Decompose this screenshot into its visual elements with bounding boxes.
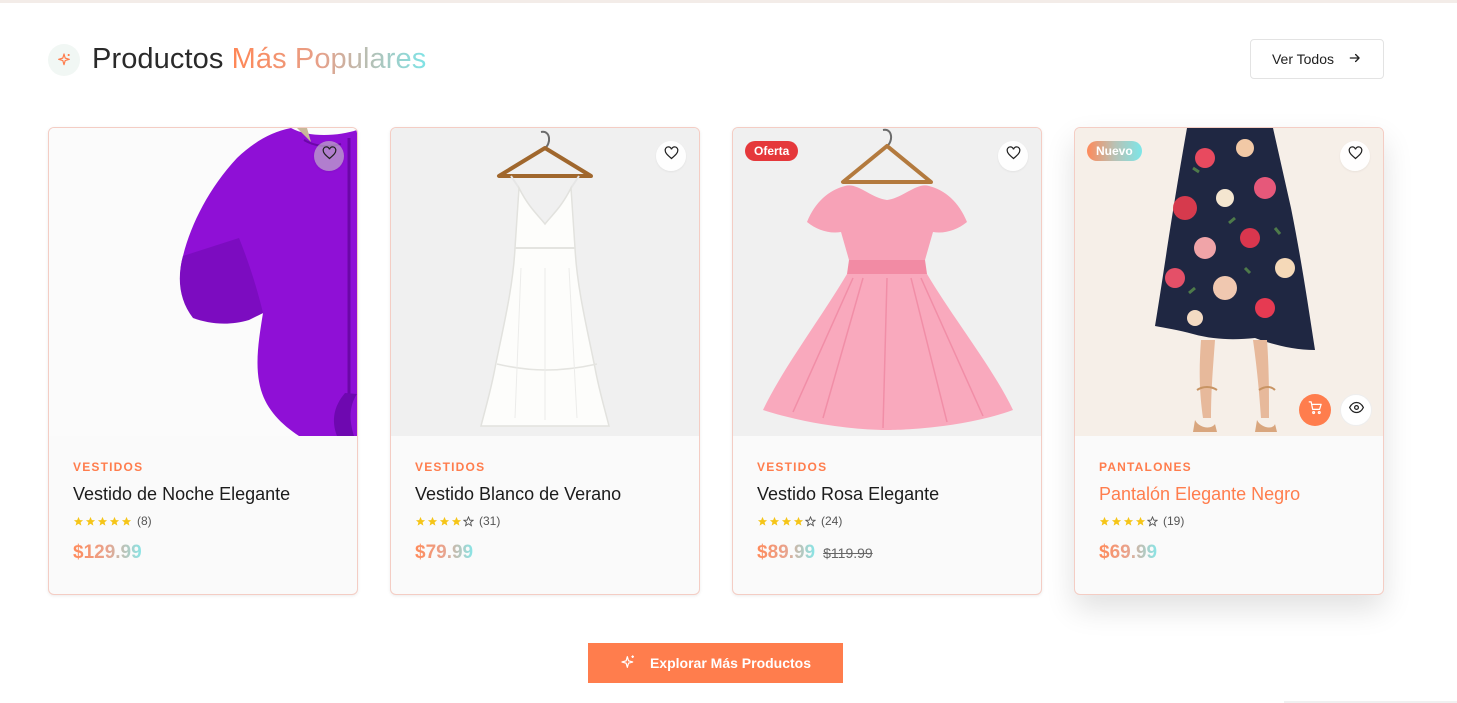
product-category: VESTIDOS xyxy=(73,460,144,474)
sale-badge: Oferta xyxy=(745,141,799,161)
star-icon xyxy=(769,516,780,526)
price-row: $129.99 xyxy=(73,542,333,564)
star-icon xyxy=(97,516,108,526)
star-outline-icon xyxy=(805,515,816,527)
title-primary: Productos xyxy=(92,43,232,75)
star-icon xyxy=(793,516,804,526)
product-price: $79.99 xyxy=(415,542,474,563)
rating-stars xyxy=(1099,515,1158,527)
star-icon xyxy=(415,516,426,526)
heart-icon xyxy=(322,146,337,166)
rating-stars xyxy=(757,515,816,527)
product-card[interactable]: Oferta VESTIDOS Vestido Rosa Elegante (2… xyxy=(732,127,1042,595)
favorite-button[interactable] xyxy=(998,141,1028,171)
title-highlight: Más Populares xyxy=(231,43,427,75)
product-card[interactable]: VESTIDOS Vestido Blanco de Verano (31) $… xyxy=(390,127,700,595)
star-icon xyxy=(121,516,132,526)
product-category: VESTIDOS xyxy=(757,460,828,474)
explore-more-label: Explorar Más Productos xyxy=(649,655,812,671)
explore-more-button[interactable]: Explorar Más Productos xyxy=(588,643,843,683)
product-name[interactable]: Vestido de Noche Elegante xyxy=(73,484,333,505)
cart-icon xyxy=(1308,400,1323,420)
star-icon xyxy=(451,516,462,526)
product-image-pink-dress[interactable] xyxy=(733,128,1041,436)
arrow-right-icon xyxy=(1348,51,1362,68)
heart-icon xyxy=(1006,146,1021,166)
product-grid: VESTIDOS Vestido de Noche Elegante (8) $… xyxy=(48,127,1384,595)
sparkle-icon xyxy=(620,654,636,673)
product-info: VESTIDOS Vestido de Noche Elegante (8) $… xyxy=(49,436,357,594)
product-rating: (24) xyxy=(757,514,1017,528)
review-count: (31) xyxy=(479,514,501,528)
product-image-white-dress[interactable] xyxy=(391,128,699,436)
heart-icon xyxy=(1348,146,1363,166)
eye-icon xyxy=(1348,400,1364,420)
star-icon xyxy=(85,516,96,526)
product-image-purple-blouse[interactable] xyxy=(49,128,357,436)
star-icon xyxy=(757,516,768,526)
price-row: $89.99 $119.99 xyxy=(757,542,1017,564)
popular-products-section: Productos Más Populares Ver Todos VESTID… xyxy=(0,0,1457,703)
price-row: $69.99 xyxy=(1099,542,1359,564)
new-badge: Nuevo xyxy=(1087,141,1142,161)
product-category: VESTIDOS xyxy=(415,460,486,474)
quick-view-button[interactable] xyxy=(1340,394,1372,426)
product-price: $129.99 xyxy=(73,542,142,563)
price-row: $79.99 xyxy=(415,542,675,564)
view-all-label: Ver Todos xyxy=(1271,51,1334,67)
product-category: PANTALONES xyxy=(1099,460,1192,474)
section-title-wrap: Productos Más Populares xyxy=(48,43,426,76)
star-icon xyxy=(439,516,450,526)
star-icon xyxy=(73,516,84,526)
star-outline-icon xyxy=(1147,515,1158,527)
product-info: PANTALONES Pantalón Elegante Negro (19) … xyxy=(1075,436,1383,594)
product-name[interactable]: Vestido Rosa Elegante xyxy=(757,484,1017,505)
product-image-floral-skirt[interactable] xyxy=(1075,128,1383,436)
sparkle-icon xyxy=(48,43,80,76)
add-to-cart-button[interactable] xyxy=(1299,394,1331,426)
star-icon xyxy=(1111,516,1122,526)
star-icon xyxy=(1135,516,1146,526)
view-all-button[interactable]: Ver Todos xyxy=(1250,39,1384,79)
rating-stars xyxy=(73,516,132,527)
section-header: Productos Más Populares Ver Todos xyxy=(48,39,1384,80)
product-price: $89.99 xyxy=(757,542,816,563)
star-icon xyxy=(427,516,438,526)
star-icon xyxy=(781,516,792,526)
product-name[interactable]: Pantalón Elegante Negro xyxy=(1099,484,1359,505)
star-icon xyxy=(1123,516,1134,526)
product-rating: (8) xyxy=(73,514,333,528)
review-count: (19) xyxy=(1163,514,1185,528)
section-title: Productos Más Populares xyxy=(92,43,426,76)
product-info: VESTIDOS Vestido Blanco de Verano (31) $… xyxy=(391,436,699,594)
product-card[interactable]: Nuevo PANTALONES Pantalón Elegante Negro xyxy=(1074,127,1384,595)
favorite-button[interactable] xyxy=(314,141,344,171)
heart-icon xyxy=(664,146,679,166)
review-count: (24) xyxy=(821,514,843,528)
product-card[interactable]: VESTIDOS Vestido de Noche Elegante (8) $… xyxy=(48,127,358,595)
star-outline-icon xyxy=(463,515,474,527)
product-old-price: $119.99 xyxy=(823,545,873,561)
favorite-button[interactable] xyxy=(656,141,686,171)
product-name[interactable]: Vestido Blanco de Verano xyxy=(415,484,675,505)
product-info: VESTIDOS Vestido Rosa Elegante (24) $89.… xyxy=(733,436,1041,594)
product-price: $69.99 xyxy=(1099,542,1158,563)
star-icon xyxy=(109,516,120,526)
product-rating: (19) xyxy=(1099,514,1359,528)
rating-stars xyxy=(415,515,474,527)
review-count: (8) xyxy=(137,514,152,528)
product-rating: (31) xyxy=(415,514,675,528)
star-icon xyxy=(1099,516,1110,526)
favorite-button[interactable] xyxy=(1340,141,1370,171)
